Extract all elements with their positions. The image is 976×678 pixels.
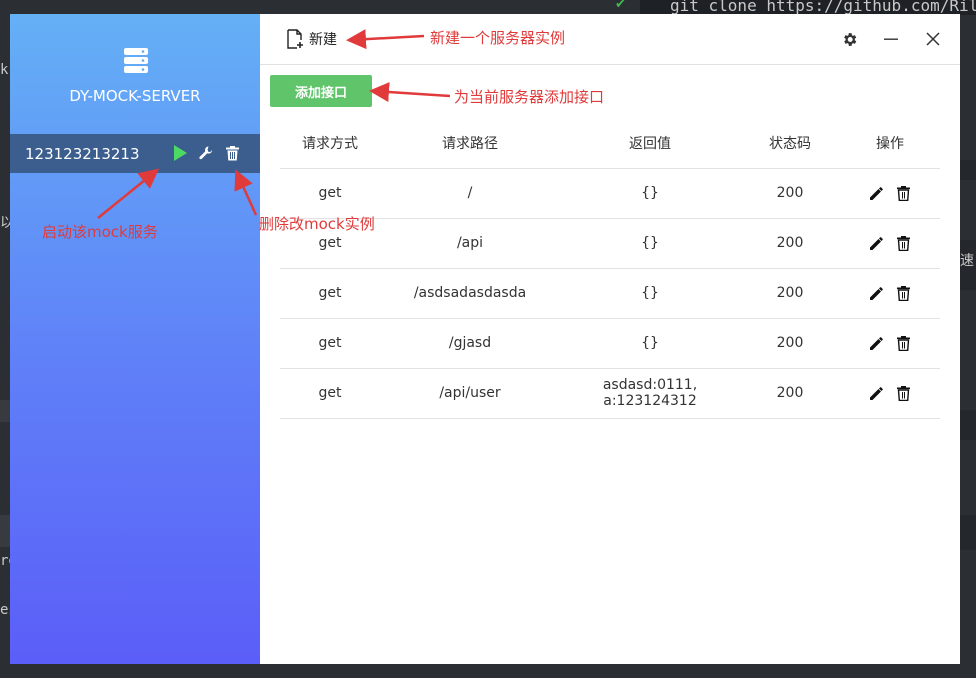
table-row: get/api/user asdasd:0111, a:123124312 200	[280, 368, 940, 419]
edit-icon[interactable]	[869, 184, 885, 202]
cell-actions	[840, 218, 940, 269]
instance-actions	[172, 144, 240, 162]
cell-response: {}	[560, 218, 740, 269]
check-icon: ✔	[615, 0, 626, 12]
column-header-method: 请求方式	[280, 118, 380, 169]
background-text: k	[0, 62, 9, 78]
cell-status: 200	[740, 368, 840, 419]
cell-actions	[840, 368, 940, 419]
background-block	[960, 160, 976, 180]
cell-path: /gjasd	[380, 318, 560, 369]
new-instance-label: 新建	[309, 32, 337, 48]
cell-response: {}	[560, 168, 740, 219]
column-header-response: 返回值	[560, 118, 740, 169]
row-actions	[840, 334, 940, 352]
cell-response: {}	[560, 268, 740, 319]
cell-path: /	[380, 168, 560, 219]
background-text: 速	[960, 253, 974, 269]
wrench-icon[interactable]	[198, 144, 214, 162]
row-actions	[840, 284, 940, 302]
main-panel: 新建 添加接口 请求方式 请求路径 返回值 状态码 操作 get / {} 20…	[260, 14, 960, 664]
background-right-strip	[960, 15, 976, 678]
edit-icon[interactable]	[869, 334, 885, 352]
cell-method: get	[280, 268, 380, 319]
edit-icon[interactable]	[869, 284, 885, 302]
gear-icon[interactable]	[840, 30, 858, 48]
cell-method: get	[280, 318, 380, 369]
app-title: DY-MOCK-SERVER	[69, 87, 201, 105]
cell-status: 200	[740, 218, 840, 269]
sidebar-item-instance[interactable]: 123123213213	[10, 134, 260, 173]
table-row: get/api{} 200	[280, 218, 940, 269]
background-git-command: git clone https://github.com/Rily	[670, 0, 976, 15]
add-api-button[interactable]: 添加接口	[270, 75, 372, 107]
table-row: get/asdsadasdasda{} 200	[280, 268, 940, 319]
trash-icon[interactable]	[895, 384, 911, 402]
cell-method: get	[280, 368, 380, 419]
cell-actions	[840, 168, 940, 219]
background-block	[0, 400, 10, 422]
play-icon[interactable]	[172, 144, 188, 162]
cell-status: 200	[740, 318, 840, 369]
close-icon[interactable]	[924, 30, 942, 48]
table-body: get /{} 200 get/api{} 200 get/asdsadasdasda{}…	[280, 168, 940, 419]
toolbar: 新建	[260, 14, 960, 65]
window-controls	[840, 30, 942, 48]
row-actions	[840, 234, 940, 252]
annotation-new-instance: 新建一个服务器实例	[430, 29, 566, 47]
cell-actions	[840, 318, 940, 369]
table-row: get/gjasd{} 200	[280, 318, 940, 369]
table-row: get /{} 200	[280, 168, 940, 219]
row-actions	[840, 384, 940, 402]
cell-status: 200	[740, 268, 840, 319]
background-block	[0, 515, 10, 547]
app-window: DY-MOCK-SERVER 123123213213 新建 添加接口 请求方式…	[10, 14, 960, 664]
sidebar: DY-MOCK-SERVER 123123213213	[10, 14, 260, 664]
column-header-path: 请求路径	[380, 118, 560, 169]
cell-response: {}	[560, 318, 740, 369]
trash-icon[interactable]	[895, 184, 911, 202]
background-block	[960, 410, 976, 440]
api-table: 请求方式 请求路径 返回值 状态码 操作 get /{} 200 get/api{} 2…	[280, 118, 940, 419]
trash-icon[interactable]	[224, 144, 240, 162]
edit-icon[interactable]	[869, 234, 885, 252]
annotation-start-service: 启动该mock服务	[42, 223, 158, 241]
row-actions	[840, 184, 940, 202]
edit-icon[interactable]	[869, 384, 885, 402]
cell-method: get	[280, 168, 380, 219]
column-header-status: 状态码	[740, 118, 840, 169]
column-header-actions: 操作	[840, 118, 940, 169]
trash-icon[interactable]	[895, 234, 911, 252]
cell-path: /api	[380, 218, 560, 269]
table-header-row: 请求方式 请求路径 返回值 状态码 操作	[280, 118, 940, 169]
cell-actions	[840, 268, 940, 319]
cell-response: asdasd:0111, a:123124312	[560, 368, 740, 419]
background-block	[960, 515, 976, 550]
annotation-add-api: 为当前服务器添加接口	[454, 88, 605, 106]
cell-status: 200	[740, 168, 840, 219]
trash-icon[interactable]	[895, 284, 911, 302]
trash-icon[interactable]	[895, 334, 911, 352]
cell-path: /asdsadasdasda	[380, 268, 560, 319]
cell-path: /api/user	[380, 368, 560, 419]
new-instance-button[interactable]: 新建	[285, 29, 337, 49]
new-file-icon	[285, 29, 305, 49]
instance-name: 123123213213	[25, 144, 140, 163]
server-icon	[123, 47, 149, 73]
minimize-icon[interactable]	[882, 30, 900, 48]
annotation-delete-instance: 删除改mock实例	[259, 215, 375, 233]
